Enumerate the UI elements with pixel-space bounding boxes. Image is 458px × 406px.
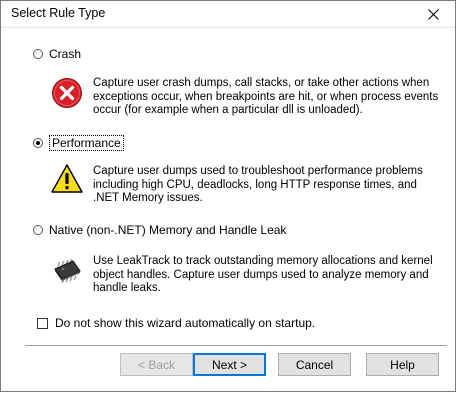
separator bbox=[25, 345, 447, 347]
close-icon bbox=[427, 8, 439, 20]
rule-type-panel: Crash Capture user crash dumps, call sta… bbox=[11, 35, 447, 339]
warning-icon bbox=[51, 164, 83, 193]
chip-icon bbox=[54, 258, 81, 284]
help-button[interactable]: Help bbox=[366, 353, 439, 376]
error-icon bbox=[52, 78, 82, 108]
back-button[interactable]: < Back bbox=[120, 353, 193, 376]
next-button[interactable]: Next > bbox=[193, 353, 266, 376]
performance-radio[interactable] bbox=[33, 138, 43, 148]
crash-description: Capture user crash dumps, call stacks, o… bbox=[93, 77, 439, 116]
crash-label: Crash bbox=[49, 47, 82, 61]
window-title: Select Rule Type bbox=[11, 6, 106, 20]
startup-checkbox[interactable] bbox=[37, 317, 48, 329]
native-leak-description: Use LeakTrack to track outstanding memor… bbox=[93, 255, 433, 294]
close-button[interactable] bbox=[411, 1, 455, 27]
native-leak-radio[interactable] bbox=[33, 225, 43, 235]
crash-radio[interactable] bbox=[33, 49, 43, 59]
native-leak-radio-option[interactable]: Native (non-.NET) Memory and Handle Leak bbox=[33, 223, 286, 237]
select-rule-type-dialog: Select Rule Type Crash Capture user cras… bbox=[0, 0, 456, 392]
performance-label: Performance bbox=[49, 135, 124, 151]
cancel-button[interactable]: Cancel bbox=[278, 353, 351, 376]
startup-checkbox-label: Do not show this wizard automatically on… bbox=[55, 316, 316, 330]
native-leak-label: Native (non-.NET) Memory and Handle Leak bbox=[49, 223, 287, 237]
title-bar: Select Rule Type bbox=[1, 1, 455, 28]
crash-radio-option[interactable]: Crash bbox=[33, 47, 81, 61]
performance-description: Capture user dumps used to troubleshoot … bbox=[93, 165, 423, 204]
performance-radio-option[interactable]: Performance bbox=[33, 135, 124, 151]
startup-checkbox-row[interactable]: Do not show this wizard automatically on… bbox=[37, 316, 315, 330]
